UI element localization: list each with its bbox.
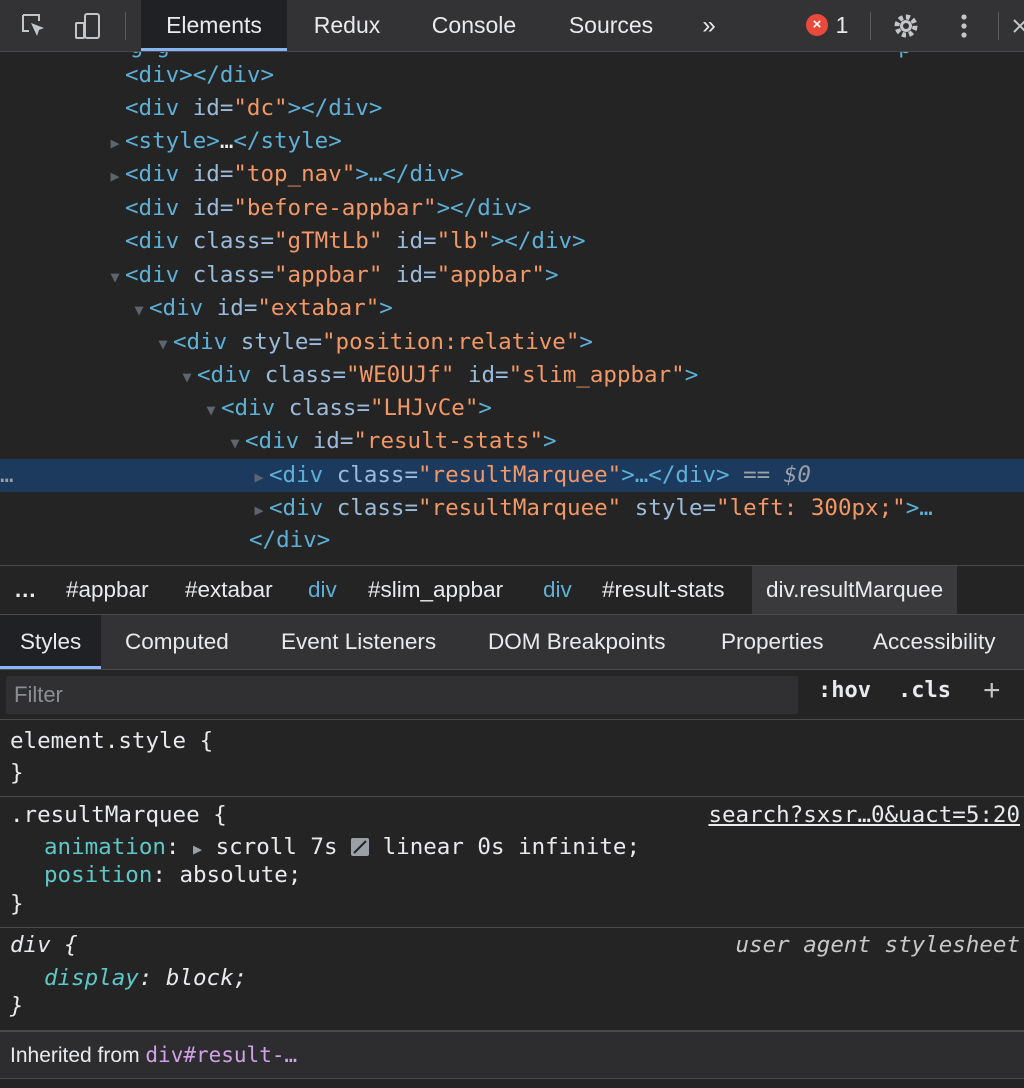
filter-box: [6, 676, 798, 714]
collapse-triangle-icon[interactable]: ▼: [201, 394, 221, 427]
tree-node[interactable]: ▶ <style>…</style>: [0, 125, 1024, 158]
collapse-triangle-icon[interactable]: ▼: [225, 427, 245, 460]
expand-triangle-icon[interactable]: ▶: [105, 127, 125, 160]
hov-toggle-button[interactable]: :hov: [818, 678, 871, 703]
expand-triangle-icon[interactable]: ▶: [249, 461, 269, 494]
breadcrumb-overflow[interactable]: …: [14, 566, 37, 614]
expand-triangle-icon[interactable]: ▶: [193, 840, 202, 858]
rule-close-brace: }: [10, 760, 24, 786]
tab-dom-breakpoints[interactable]: DOM Breakpoints: [488, 615, 666, 669]
gear-icon[interactable]: [890, 10, 922, 42]
style-declaration[interactable]: position: absolute;: [44, 860, 301, 890]
tab-accessibility[interactable]: Accessibility: [873, 615, 996, 669]
kebab-menu-icon[interactable]: [948, 10, 980, 42]
style-declaration: display: block;: [44, 965, 248, 991]
style-rule-user-agent[interactable]: div { user agent stylesheet display: blo…: [0, 928, 1024, 1031]
breadcrumb-item[interactable]: #extabar: [185, 566, 273, 614]
dom-tree[interactable]: g g p <div></div> <div id="dc"></div> ▶<…: [0, 52, 1024, 565]
rule-source-label: user agent stylesheet: [735, 932, 1020, 958]
tree-node[interactable]: ▶ <div class="resultMarquee" style="left:…: [0, 492, 1024, 525]
add-style-rule-icon[interactable]: +: [983, 674, 1001, 708]
toolbar-divider: [125, 12, 126, 40]
more-tabs-chevron-icon[interactable]: »: [692, 0, 726, 51]
inspect-icon[interactable]: [18, 10, 50, 42]
tab-computed[interactable]: Computed: [125, 615, 229, 669]
rule-selector[interactable]: element.style {: [10, 726, 213, 756]
breadcrumb-item[interactable]: #appbar: [66, 566, 149, 614]
style-declaration[interactable]: animation: ▶ scroll 7s linear 0s infinit…: [44, 832, 640, 862]
expand-triangle-icon[interactable]: ▶: [105, 160, 125, 193]
collapse-triangle-icon[interactable]: ▼: [105, 261, 125, 294]
tree-node[interactable]: ▼ <div style="position:relative">: [0, 326, 1024, 359]
tab-event-listeners[interactable]: Event Listeners: [281, 615, 436, 669]
breadcrumb-item[interactable]: div: [308, 566, 337, 614]
expand-triangle-icon[interactable]: ▶: [249, 494, 269, 527]
tree-node[interactable]: ▶ <div id="top_nav">…</div>: [0, 158, 1024, 191]
tree-node[interactable]: ▼ <div class="WE0UJf" id="slim_appbar">: [0, 359, 1024, 392]
breadcrumb-item[interactable]: #slim_appbar: [368, 566, 503, 614]
cls-toggle-button[interactable]: .cls: [898, 678, 951, 703]
tab-sources[interactable]: Sources: [555, 0, 667, 51]
inherited-label: Inherited from: [10, 1044, 146, 1067]
tree-node[interactable]: ▼ <div class="appbar" id="appbar">: [0, 259, 1024, 292]
style-rule-element[interactable]: element.style { }: [0, 720, 1024, 797]
rule-selector[interactable]: .resultMarquee {: [10, 800, 227, 830]
collapse-triangle-icon[interactable]: ▼: [177, 361, 197, 394]
sidebar-pane-tabs: Styles Computed Event Listeners DOM Brea…: [0, 615, 1024, 670]
collapse-triangle-icon[interactable]: ▼: [129, 294, 149, 327]
tree-node[interactable]: <div id="before-appbar"></div>: [0, 192, 1024, 225]
breadcrumb-item[interactable]: div: [543, 566, 572, 614]
tab-console[interactable]: Console: [418, 0, 530, 51]
tab-properties[interactable]: Properties: [721, 615, 824, 669]
tab-styles[interactable]: Styles: [0, 615, 102, 669]
row-actions-icon[interactable]: …: [0, 459, 249, 492]
tree-node[interactable]: <div></div>: [0, 59, 1024, 92]
toolbar-divider: [998, 12, 999, 40]
rule-close-brace: }: [10, 993, 24, 1019]
devtools-toolbar: Elements Redux Console Sources » × 1: [0, 0, 1024, 52]
timing-curve-icon[interactable]: [351, 838, 370, 856]
close-icon[interactable]: [1004, 10, 1024, 42]
error-icon[interactable]: ×: [806, 14, 828, 36]
breadcrumb-item-current[interactable]: div.resultMarquee: [752, 566, 958, 614]
tab-elements[interactable]: Elements: [141, 0, 287, 51]
rule-source-link[interactable]: search?sxsr…0&uact=5:20: [708, 800, 1020, 830]
tree-node[interactable]: <div class="gTMtLb" id="lb"></div>: [0, 225, 1024, 258]
tab-redux[interactable]: Redux: [300, 0, 394, 51]
inherited-section-header: Inherited from div#result-…: [0, 1031, 1024, 1079]
tree-node[interactable]: ▼ <div id="result-stats">: [0, 425, 1024, 458]
filter-input[interactable]: [6, 676, 798, 714]
inherited-target-link[interactable]: div#result-…: [145, 1043, 297, 1067]
rule-selector: div {: [10, 932, 78, 958]
rule-close-brace: }: [10, 891, 24, 917]
error-count[interactable]: 1: [832, 0, 852, 51]
tree-node[interactable]: ▼ <div id="extabar">: [0, 292, 1024, 325]
toolbar-divider: [870, 12, 871, 40]
collapse-triangle-icon[interactable]: ▼: [153, 328, 173, 361]
styles-filter-bar: :hov .cls +: [0, 670, 1024, 720]
tree-node[interactable]: </div>: [0, 524, 1024, 557]
breadcrumb-item[interactable]: #result-stats: [602, 566, 725, 614]
tree-node[interactable]: <div id="dc"></div>: [0, 92, 1024, 125]
style-rule-resultmarquee[interactable]: .resultMarquee { search?sxsr…0&uact=5:20…: [0, 797, 1024, 928]
tree-node[interactable]: ▼ <div class="LHJvCe">: [0, 392, 1024, 425]
breadcrumb: … #appbar #extabar div #slim_appbar div …: [0, 565, 1024, 615]
device-toggle-icon[interactable]: [72, 10, 104, 42]
tree-node-selected[interactable]: … ▶ <div class="resultMarquee">…</div> == …: [0, 459, 1024, 492]
